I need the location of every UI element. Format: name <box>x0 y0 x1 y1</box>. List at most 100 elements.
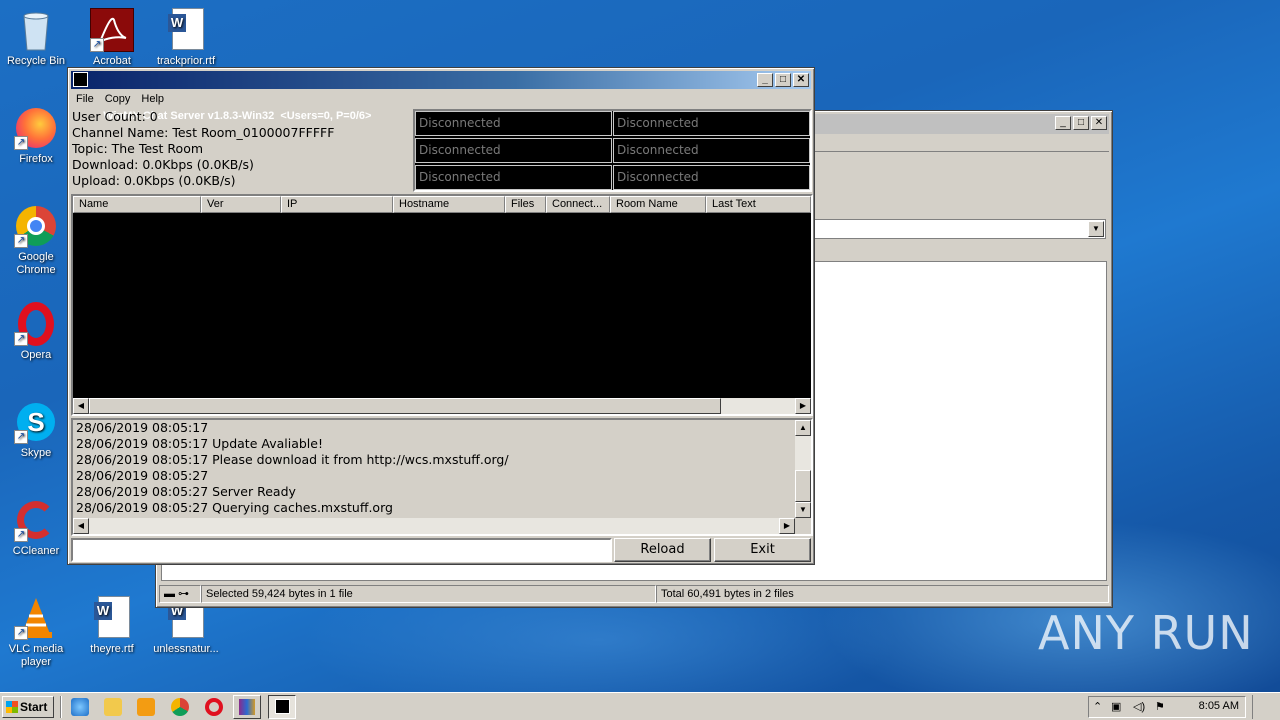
close-button[interactable]: ✕ <box>793 73 809 87</box>
column-hostname[interactable]: Hostname <box>393 196 505 213</box>
word-document-icon: W <box>90 596 134 640</box>
shortcut-arrow-icon: ↗ <box>14 528 28 542</box>
scroll-left-button[interactable]: ◀ <box>73 518 89 534</box>
column-files[interactable]: Files <box>505 196 546 213</box>
user-list-hscrollbar[interactable]: ◀ ▶ <box>73 398 811 414</box>
desktop-icon-acrobat[interactable]: ↗ Acrobat <box>76 8 148 68</box>
connection-status-1: Disconnected <box>415 111 612 136</box>
scroll-up-button[interactable]: ▲ <box>795 420 811 436</box>
menu-file[interactable]: File <box>71 91 100 109</box>
explorer-status-bar: ▬ ⊶ Selected 59,424 bytes in 1 file Tota… <box>159 585 1109 604</box>
winmx-app-icon <box>275 699 290 714</box>
chrome-taskbar-icon[interactable] <box>171 698 189 716</box>
scroll-thumb[interactable] <box>795 470 811 502</box>
action-center-flag-icon[interactable]: ⚑ <box>1155 700 1165 713</box>
user-list[interactable]: Name Ver IP Hostname Files Connect... Ro… <box>71 194 813 416</box>
desktop-icon-label: Recycle Bin <box>6 55 66 67</box>
scroll-right-button[interactable]: ▶ <box>779 518 795 534</box>
word-document-icon: W <box>164 8 208 52</box>
maximize-button[interactable]: □ <box>775 73 791 87</box>
command-input[interactable] <box>71 538 612 562</box>
connection-status-grid: Disconnected Disconnected Disconnected D… <box>413 109 812 192</box>
desktop-icon-label: Google Chrome <box>16 251 56 276</box>
system-tray: ⌃ ▣ ◁) ⚑ 8:05 AM <box>1088 696 1246 718</box>
menu-bar: File Copy Help <box>71 91 170 109</box>
desktop-icon-skype[interactable]: S ↗ Skype <box>0 400 72 460</box>
anyrun-watermark: ANY RUN <box>1038 606 1254 660</box>
shortcut-arrow-icon: ↗ <box>14 332 28 346</box>
topic: Topic: The Test Room <box>72 141 204 156</box>
menu-help[interactable]: Help <box>136 91 170 109</box>
desktop-icon-label: unlessnatur... <box>153 643 219 655</box>
desktop-icon-label: Opera <box>20 349 52 361</box>
desktop-icon-theyre[interactable]: W theyre.rtf <box>76 596 148 656</box>
opera-icon: ↗ <box>14 302 58 346</box>
channel-name: Channel Name: Test Room_0100007FFFFF <box>72 125 335 140</box>
desktop-icon-chrome[interactable]: ↗ Google Chrome <box>0 204 72 277</box>
log-hscrollbar[interactable]: ◀ ▶ <box>73 518 795 534</box>
log-line: 28/06/2019 08:05:27 Server Ready <box>76 484 296 499</box>
menu-copy[interactable]: Copy <box>100 91 137 109</box>
status-selected: Selected 59,424 bytes in 1 file <box>201 585 656 603</box>
volume-icon[interactable]: ◁) <box>1133 700 1145 713</box>
vlc-icon: ↗ <box>14 596 58 640</box>
connection-status-2: Disconnected <box>613 111 810 136</box>
column-connect[interactable]: Connect... <box>546 196 610 213</box>
start-label: Start <box>20 700 48 714</box>
desktop-icon-label: CCleaner <box>12 545 60 557</box>
minimize-button[interactable]: _ <box>1055 116 1071 130</box>
tray-expand-icon[interactable]: ⌃ <box>1093 700 1102 713</box>
shortcut-arrow-icon: ↗ <box>14 136 28 150</box>
download-rate: Download: 0.0Kbps (0.0KB/s) <box>72 157 254 172</box>
server-log[interactable]: 28/06/2019 08:05:17 28/06/2019 08:05:17 … <box>71 418 813 536</box>
scroll-right-button[interactable]: ▶ <box>795 398 811 414</box>
clock[interactable]: 8:05 AM <box>1199 700 1239 712</box>
media-player-icon[interactable] <box>137 698 155 716</box>
scroll-thumb[interactable] <box>89 398 721 414</box>
chrome-icon: ↗ <box>14 204 58 248</box>
desktop-icon-firefox[interactable]: ↗ Firefox <box>0 106 72 166</box>
shortcut-arrow-icon: ↗ <box>14 430 28 444</box>
desktop-icon-opera[interactable]: ↗ Opera <box>0 302 72 362</box>
minimize-button[interactable]: _ <box>757 73 773 87</box>
desktop-icon-label: Skype <box>20 447 52 459</box>
log-vscrollbar[interactable]: ▲ ▼ <box>795 420 811 518</box>
desktop-icon-ccleaner[interactable]: ↗ CCleaner <box>0 498 72 558</box>
network-icon[interactable]: ▣ <box>1111 700 1121 713</box>
scroll-left-button[interactable]: ◀ <box>73 398 89 414</box>
winmx-window[interactable]: WinMX Chat Server v1.8.3-Win32 <Users=0,… <box>67 67 815 565</box>
firefox-icon: ↗ <box>14 106 58 150</box>
column-last-text[interactable]: Last Text <box>706 196 811 213</box>
scroll-down-button[interactable]: ▼ <box>795 502 811 518</box>
status-total: Total 60,491 bytes in 2 files <box>656 585 1109 603</box>
skype-icon: S ↗ <box>14 400 58 444</box>
log-line: 28/06/2019 08:05:17 Update Avaliable! <box>76 436 323 451</box>
log-line: 28/06/2019 08:05:17 Please download it f… <box>76 452 509 467</box>
desktop-icon-recycle-bin[interactable]: Recycle Bin <box>0 8 72 68</box>
column-ip[interactable]: IP <box>281 196 393 213</box>
drive-icon: ▬ ⊶ <box>159 585 201 603</box>
connection-status-4: Disconnected <box>613 138 810 163</box>
column-name[interactable]: Name <box>73 196 201 213</box>
taskbar-app-winrar[interactable] <box>233 695 261 719</box>
winmx-app-icon <box>73 72 88 87</box>
taskbar-app-winmx[interactable] <box>268 695 296 719</box>
desktop-icon-trackprior[interactable]: W trackprior.rtf <box>150 8 222 68</box>
acrobat-icon: ↗ <box>90 8 134 52</box>
chevron-down-icon[interactable]: ▼ <box>1088 221 1104 237</box>
exit-button[interactable]: Exit <box>714 538 811 562</box>
column-room-name[interactable]: Room Name <box>610 196 706 213</box>
winmx-title-bar[interactable]: WinMX Chat Server v1.8.3-Win32 <Users=0,… <box>71 71 811 122</box>
user-list-header: Name Ver IP Hostname Files Connect... Ro… <box>73 196 811 213</box>
close-button[interactable]: ✕ <box>1091 116 1107 130</box>
explorer-folder-icon[interactable] <box>104 698 122 716</box>
show-desktop-button[interactable] <box>1252 695 1278 719</box>
maximize-button[interactable]: □ <box>1073 116 1089 130</box>
reload-button[interactable]: Reload <box>614 538 711 562</box>
address-combo[interactable]: ▼ <box>814 219 1106 239</box>
desktop-icon-vlc[interactable]: ↗ VLC media player <box>0 596 72 669</box>
opera-taskbar-icon[interactable] <box>205 698 223 716</box>
internet-explorer-icon[interactable] <box>71 698 89 716</box>
start-button[interactable]: Start <box>2 696 54 718</box>
column-ver[interactable]: Ver <box>201 196 281 213</box>
